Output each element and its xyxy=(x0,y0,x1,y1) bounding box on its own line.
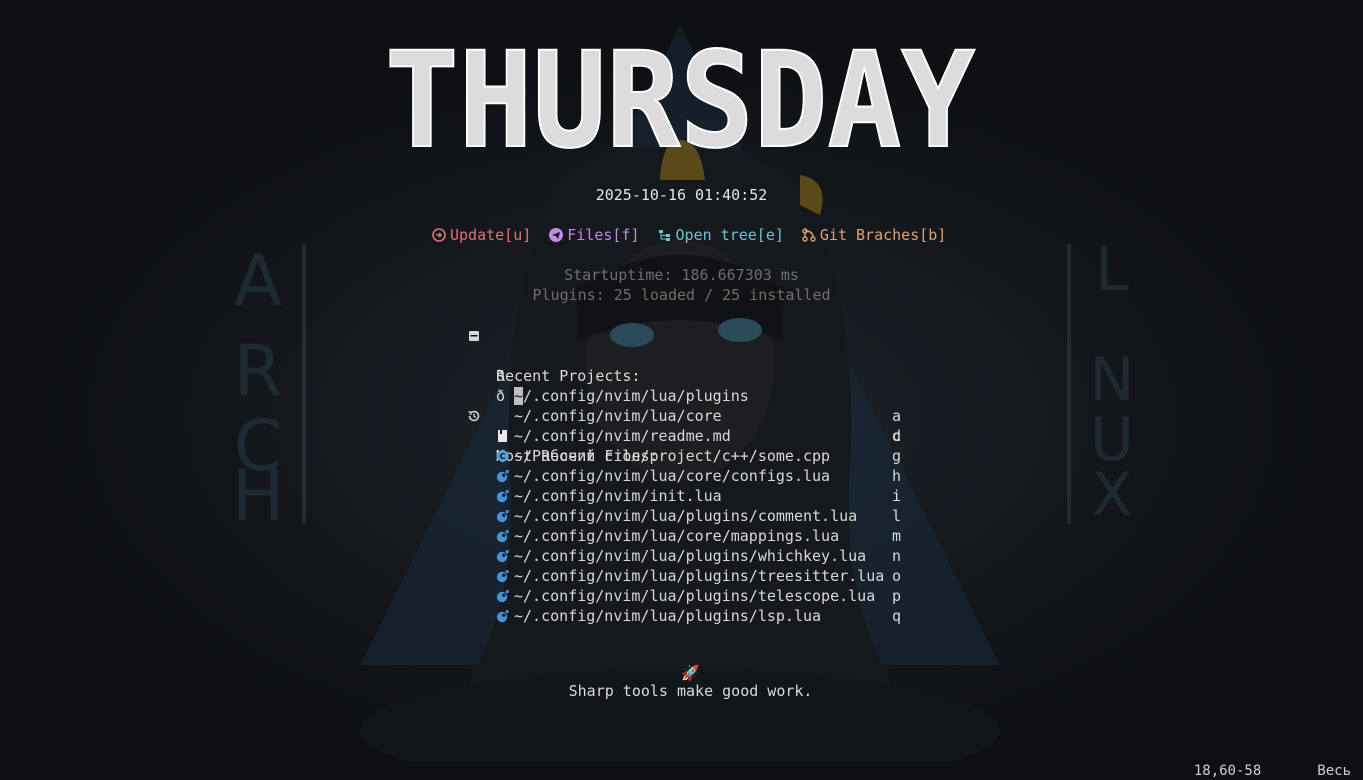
lua-icon xyxy=(496,550,509,563)
tree-icon xyxy=(658,230,670,241)
footer-quote: 🚀 Sharp tools make good work. xyxy=(0,646,1363,700)
shortcut-key: l xyxy=(892,507,902,525)
shortcut-key: n xyxy=(892,547,902,565)
file-path: ~/.config/nvim/lua/plugins/lsp.lua xyxy=(514,607,822,625)
shortcut-key: d xyxy=(892,427,902,445)
shortcut-key: q xyxy=(892,607,902,625)
dashboard-banner: THURSDAY xyxy=(375,23,985,179)
list-item[interactable]: ~/.config/nvim/lua/plugins/treesitter.lu… xyxy=(467,566,907,586)
bg-letter: X xyxy=(1091,460,1132,530)
list-item[interactable]: C ~/Рабочий стол/project/c++/some.cpp g xyxy=(467,446,907,466)
file-path: ~/.config/nvim/lua/plugins/whichkey.lua xyxy=(514,547,867,565)
open-tree-label: Open tree[e] xyxy=(675,226,784,244)
status-line: 18,60-58 Весь xyxy=(1177,744,1351,779)
thursday-ascii-logo: THURSDAY xyxy=(384,23,976,179)
open-tree-button[interactable]: Open tree[e] xyxy=(658,226,784,244)
lua-icon xyxy=(496,510,509,523)
history-icon xyxy=(468,410,480,422)
startup-time: Startuptime: 186.667303 ms xyxy=(564,266,799,284)
list-item[interactable]: ð ~/.config/nvim/lua/plugins a xyxy=(467,346,907,425)
folder-icon xyxy=(469,331,479,341)
list-item[interactable]: ~/.config/nvim/readme.md d xyxy=(467,426,907,446)
plugins-count: Plugins: 25 loaded / 25 installed xyxy=(532,286,831,304)
update-label: Update[u] xyxy=(450,226,532,244)
shortcut-key: h xyxy=(892,467,902,485)
file-path: ~/.config/nvim/lua/core/mappings.lua xyxy=(514,527,840,545)
lua-icon xyxy=(496,530,509,543)
banner-text: THURSDAY xyxy=(385,38,975,163)
recent-files-header: Most Recent Files: xyxy=(467,406,907,465)
git-branch-icon xyxy=(802,228,816,242)
list-item[interactable]: ð ~/.config/nvim/lua/core c xyxy=(467,366,907,445)
bg-letter: H xyxy=(232,455,285,537)
list-item[interactable]: ~/.config/nvim/lua/plugins/lsp.lua q xyxy=(467,606,907,626)
cpp-icon: C xyxy=(496,449,509,463)
lua-icon xyxy=(496,490,509,503)
list-item[interactable]: ~/.config/nvim/lua/plugins/comment.lua l xyxy=(467,506,907,526)
footer-text: Sharp tools make good work. xyxy=(568,682,813,700)
cursor-position: 18,60-58 xyxy=(1193,763,1262,779)
files-label: Files[f] xyxy=(567,226,640,244)
scroll-indicator: Весь xyxy=(1317,763,1351,779)
lua-icon xyxy=(496,590,509,603)
shortcut-key: g xyxy=(892,447,902,465)
dashboard-lists: Recent Projects: ð ~/.config/nvim/lua/pl… xyxy=(467,326,907,626)
datetime: 2025-10-16 01:40:52 xyxy=(595,186,768,204)
lua-icon xyxy=(496,570,509,583)
update-icon xyxy=(432,228,446,242)
bg-letter: R xyxy=(234,330,283,412)
file-path: ~/.config/nvim/lua/core/configs.lua xyxy=(514,467,831,485)
recent-projects-header: Recent Projects: xyxy=(467,326,907,385)
git-branches-button[interactable]: Git Braches[b] xyxy=(802,226,946,244)
list-item[interactable]: ~/.config/nvim/lua/core/mappings.lua m xyxy=(467,526,907,546)
recent-files-list: ~/.config/nvim/readme.md d C ~/Рабочий стол… xyxy=(467,426,907,626)
rocket-icon: 🚀 xyxy=(681,664,700,682)
list-item[interactable]: ~/.config/nvim/lua/plugins/telescope.lua… xyxy=(467,586,907,606)
lua-icon xyxy=(496,470,509,483)
svg-text:C: C xyxy=(500,452,506,461)
file-path: ~/.config/nvim/init.lua xyxy=(514,487,722,505)
shortcut-key: o xyxy=(892,567,902,585)
list-item[interactable]: ~/.config/nvim/lua/core/configs.lua h xyxy=(467,466,907,486)
update-button[interactable]: Update[u] xyxy=(432,226,531,244)
shortcut-key: i xyxy=(892,487,902,505)
shortcut-key: m xyxy=(892,527,902,545)
file-path: ~/.config/nvim/readme.md xyxy=(514,427,731,445)
list-item[interactable]: ~/.config/nvim/lua/plugins/whichkey.lua n xyxy=(467,546,907,566)
file-path: ~/Рабочий стол/project/c++/some.cpp xyxy=(514,447,831,465)
file-path: ~/.config/nvim/lua/plugins/telescope.lua xyxy=(514,587,876,605)
telegram-icon xyxy=(549,228,564,242)
files-button[interactable]: Files[f] xyxy=(549,226,640,244)
markdown-icon xyxy=(498,430,507,442)
lua-icon xyxy=(496,610,509,623)
list-item[interactable]: ~/.config/nvim/init.lua i xyxy=(467,486,907,506)
git-branches-label: Git Braches[b] xyxy=(819,226,947,244)
shortcut-key: p xyxy=(892,587,902,605)
file-path: ~/.config/nvim/lua/plugins/comment.lua xyxy=(514,507,858,525)
file-path: ~/.config/nvim/lua/plugins/treesitter.lu… xyxy=(514,567,885,585)
action-buttons: Update[u] Files[f] Open tree[e] Git Brac… xyxy=(432,226,946,244)
